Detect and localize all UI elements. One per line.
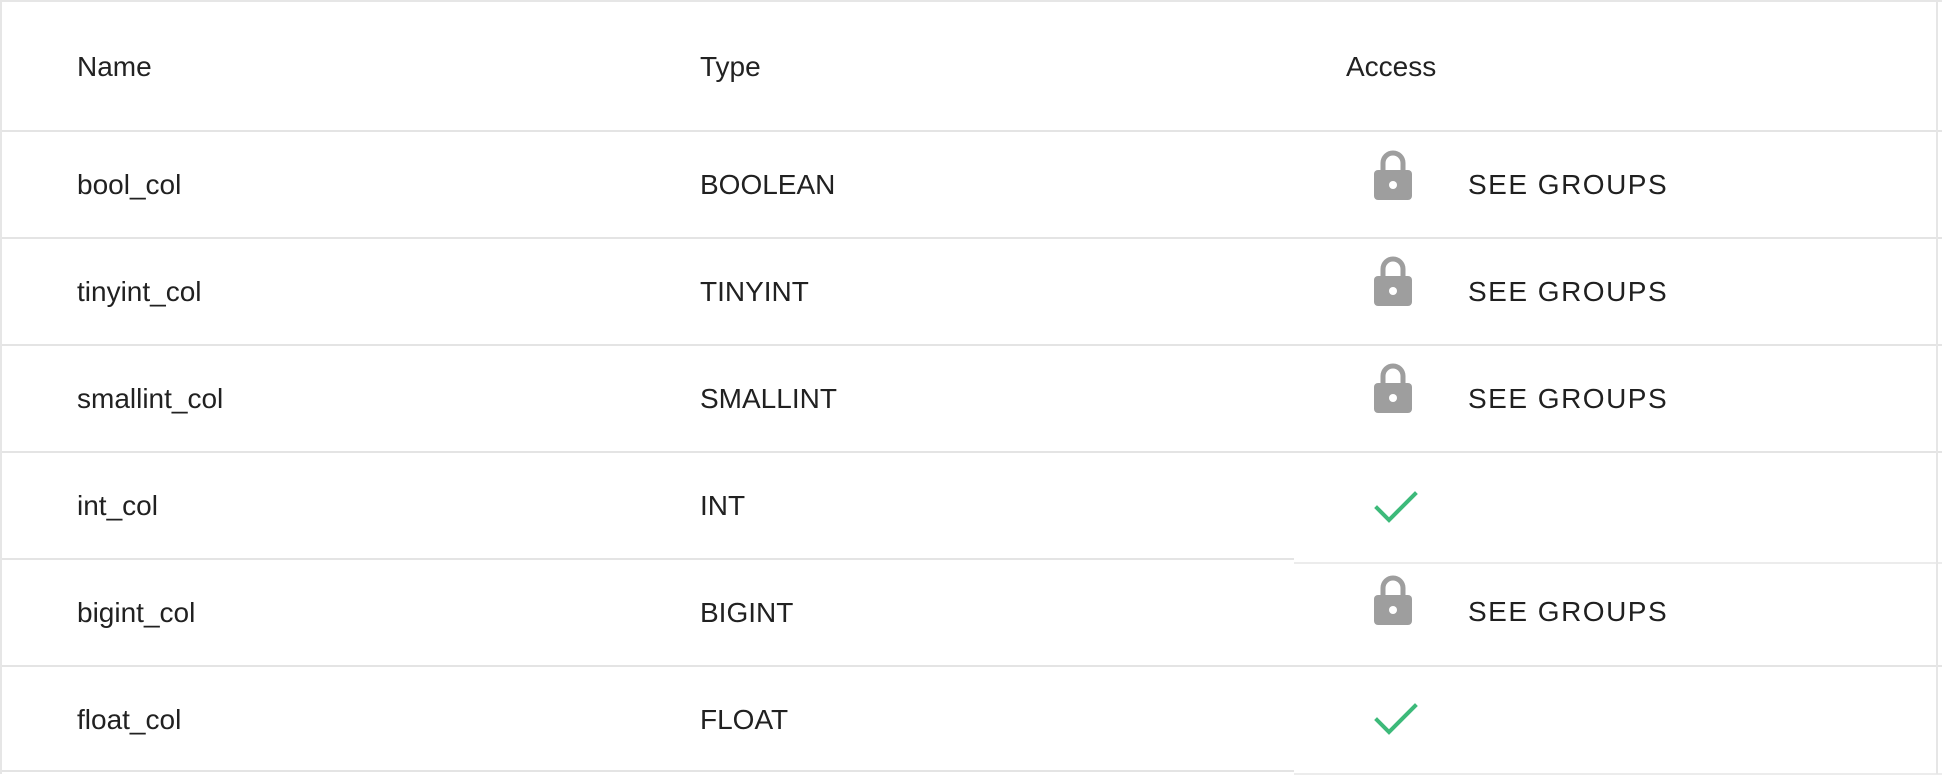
row-divider [2,770,1294,772]
lock-icon [1374,363,1412,413]
see-groups-button[interactable]: SEE GROUPS [1468,379,1668,419]
header-type: Type [700,51,761,82]
see-groups-button[interactable]: SEE GROUPS [1468,272,1668,312]
column-type: TINYINT [700,276,809,307]
column-type: BOOLEAN [700,169,836,200]
column-type: SMALLINT [700,383,837,414]
lock-icon [1374,256,1412,306]
column-name: bool_col [77,169,182,200]
lock-icon [1374,575,1412,625]
column-name: int_col [77,490,158,521]
column-type: FLOAT [700,704,789,735]
check-icon [1374,703,1418,735]
table-header: Name Type Access [2,2,1942,132]
column-name: smallint_col [77,383,224,414]
header-name: Name [77,51,152,82]
column-name: bigint_col [77,597,196,628]
column-name: tinyint_col [77,276,202,307]
column-type: INT [700,490,746,521]
check-icon [1374,491,1418,523]
columns-table: Name Type Access bool_col BOOLEAN SEE GR… [0,0,1942,775]
table-right-border [1936,0,1938,774]
column-type: BIGINT [700,597,794,628]
table-row: float_col FLOAT [2,667,1942,773]
column-name: float_col [77,704,182,735]
table-row: int_col INT [2,453,1942,559]
see-groups-button[interactable]: SEE GROUPS [1468,592,1668,632]
header-access: Access [1346,51,1437,82]
see-groups-button[interactable]: SEE GROUPS [1468,165,1668,205]
lock-icon [1374,150,1412,200]
